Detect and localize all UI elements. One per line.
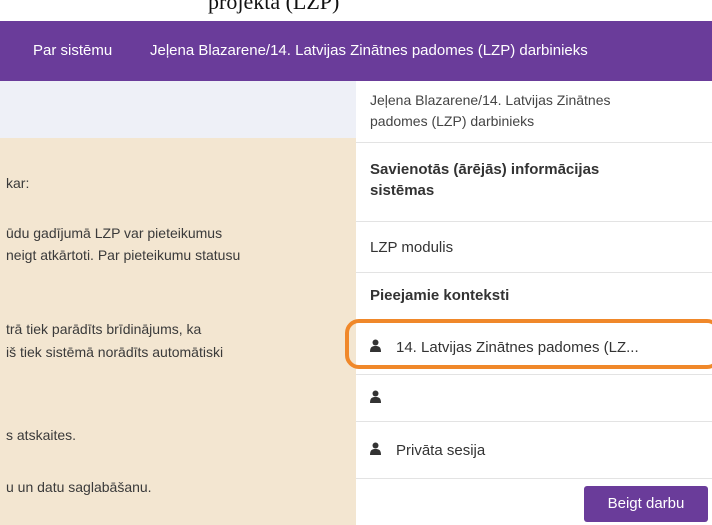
context-label: Privāta sesija (396, 441, 486, 459)
content-text: neigt atkārtoti. Par pieteikumu statusu (6, 247, 241, 263)
context-item-empty[interactable] (356, 375, 712, 422)
user-icon (370, 390, 384, 407)
content-text: u un datu saglabāšanu. (6, 479, 152, 495)
content-text: iš tiek sistēmā norādīts automātiski (6, 344, 224, 360)
context-item-private-session[interactable]: Privāta sesija (356, 422, 712, 479)
content-text: kar: (6, 175, 30, 191)
user-icon (370, 442, 384, 459)
content-text: s atskaites. (6, 427, 77, 443)
content-text: trā tiek parādīts brīdinājums, ka (6, 321, 202, 337)
menu-contexts-heading: Pieejamie konteksti (356, 273, 712, 321)
menu-external-systems-heading: Savienotās (ārējās) informācijas sistēma… (356, 143, 712, 222)
content-header (0, 81, 356, 138)
context-label: 14. Latvijas Zinātnes padomes (LZ... (396, 339, 639, 356)
nav-about-system[interactable]: Par sistēmu (33, 21, 112, 81)
user-icon (370, 339, 384, 356)
content-text: ūdu gadījumā LZP var pieteikumus (6, 225, 223, 241)
heading-line: sistēmas (370, 182, 435, 199)
main-content-panel: kar: ūdu gadījumā LZP var pieteikumus ne… (0, 81, 356, 525)
nav-user-menu[interactable]: Jeļena Blazarene/14. Latvijas Zinātnes p… (150, 21, 588, 81)
menu-user-info: Jeļena Blazarene/14. Latvijas Zinātnes p… (356, 81, 712, 143)
heading-line: Savienotās (ārējās) informācijas (370, 161, 600, 178)
user-info-line: Jeļena Blazarene/14. Latvijas Zinātnes (370, 92, 611, 108)
user-info-line: padomes (LZP) darbinieks (370, 113, 535, 129)
user-dropdown-menu: Jeļena Blazarene/14. Latvijas Zinātnes p… (356, 81, 712, 525)
caption-fragment: projektā (LZP) (208, 0, 340, 14)
context-item-lzp[interactable]: 14. Latvijas Zinātnes padomes (LZ... (356, 321, 712, 375)
top-navbar: Par sistēmu Jeļena Blazarene/14. Latvija… (0, 21, 712, 81)
end-session-button[interactable]: Beigt darbu (584, 486, 708, 522)
caption-strip: projektā (LZP) (0, 0, 712, 21)
menu-lzp-module[interactable]: LZP modulis (356, 222, 712, 273)
